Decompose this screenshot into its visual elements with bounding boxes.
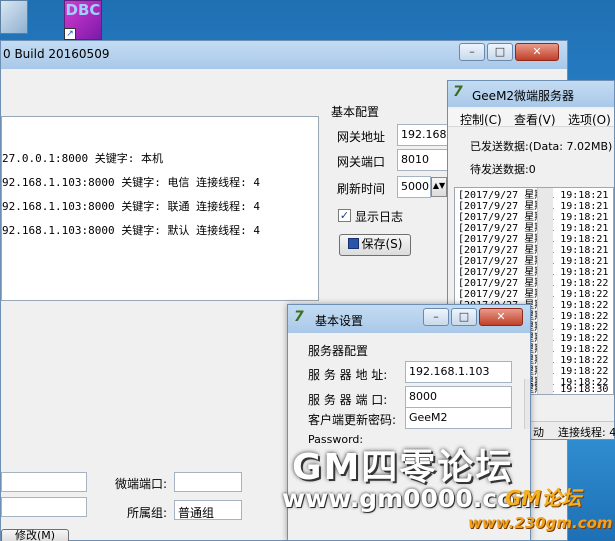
client-pwd-input[interactable]: GeeM2 [405, 407, 512, 429]
geem2-menu-bar: 控制(C) 查看(V) 选项(O) [448, 109, 614, 127]
modify-button[interactable]: 修改(M) [1, 529, 69, 541]
dialog-scrollbar[interactable] [524, 379, 530, 429]
floppy-save-icon [347, 238, 359, 249]
bottom-input-2[interactable] [1, 497, 87, 517]
gateway-port-input[interactable]: 8010 [397, 149, 449, 171]
refresh-time-input[interactable]: 5000 [397, 176, 431, 198]
refresh-spin-button[interactable]: ▲▼ [431, 177, 447, 197]
basic-config-title: 基本配置 [331, 105, 380, 119]
main-title-bar[interactable]: 0 Build 20160509 – □ ✕ [1, 41, 567, 69]
dialog-minimize-button[interactable]: – [423, 308, 449, 326]
log-line: 92.168.1.103:8000 关键字: 联通 连接线程: 4 [2, 200, 260, 213]
app-logo-icon: 7 [453, 84, 463, 100]
menu-view[interactable]: 查看(V) [514, 111, 556, 128]
micro-port-input[interactable] [174, 472, 242, 492]
settings-title: 基本设置 [315, 314, 364, 328]
menu-control[interactable]: 控制(C) [460, 111, 502, 128]
connection-log[interactable]: 27.0.0.1:8000 关键字: 本机 92.168.1.103:8000 … [1, 116, 319, 301]
status-threads: 连接线程: 4 [558, 426, 615, 439]
main-window-title: 0 Build 20160509 [3, 47, 110, 61]
sent-data-label: 已发送数据:(Data: 7.02MB) [470, 140, 613, 153]
save-button-label: 保存(S) [361, 237, 403, 251]
log-line: 92.168.1.103:8000 关键字: 默认 连接线程: 4 [2, 224, 260, 237]
geem2-title: GeeM2微端服务器 [472, 89, 575, 103]
app-logo-icon: 7 [294, 309, 304, 325]
group-select[interactable]: 普通组 [174, 500, 242, 520]
minimize-button[interactable]: – [459, 43, 485, 61]
gateway-port-label: 网关端口 [337, 155, 386, 169]
watermark-brand: GM论坛 [505, 486, 582, 510]
micro-port-label: 微端端口: [115, 477, 168, 491]
pending-data-label: 待发送数据:0 [470, 163, 536, 176]
desktop-icon-computer[interactable] [0, 0, 28, 34]
server-port-input[interactable]: 8000 [405, 386, 512, 408]
dialog-close-button[interactable]: ✕ [479, 308, 523, 326]
log-scrollbar[interactable] [537, 188, 553, 394]
menu-options[interactable]: 选项(O) [568, 111, 611, 128]
show-log-checkbox[interactable]: ✓ [338, 209, 351, 222]
geem2-title-bar[interactable]: 7 GeeM2微端服务器 [448, 81, 614, 107]
maximize-button[interactable]: □ [487, 43, 513, 61]
log-line: 92.168.1.103:8000 关键字: 电信 连接线程: 4 [2, 176, 260, 189]
server-config-title: 服务器配置 [308, 344, 369, 358]
watermark-url-2: www.230gm.com [468, 514, 613, 532]
shortcut-arrow-icon: ↗ [64, 28, 76, 40]
close-button[interactable]: ✕ [515, 43, 559, 61]
server-addr-label: 服 务 器 地 址: [308, 368, 388, 382]
server-addr-input[interactable]: 192.168.1.103 [405, 361, 512, 383]
server-port-label: 服 务 器 端 口: [308, 393, 388, 407]
save-button[interactable]: 保存(S) [339, 234, 411, 256]
show-log-label: 显示日志 [355, 210, 404, 224]
log-line: 27.0.0.1:8000 关键字: 本机 [2, 152, 163, 165]
refresh-time-label: 刷新时间 [337, 182, 386, 196]
gateway-addr-input[interactable]: 192.168 [397, 124, 449, 146]
dialog-maximize-button[interactable]: □ [451, 308, 477, 326]
gateway-addr-label: 网关地址 [337, 130, 386, 144]
bottom-input-1[interactable] [1, 472, 87, 492]
client-pwd-label: 客户端更新密码: [308, 413, 397, 427]
settings-title-bar[interactable]: 7 基本设置 – □ ✕ [288, 305, 530, 333]
watermark-url: www.gm0000.com [282, 484, 541, 513]
group-label: 所属组: [127, 506, 168, 520]
